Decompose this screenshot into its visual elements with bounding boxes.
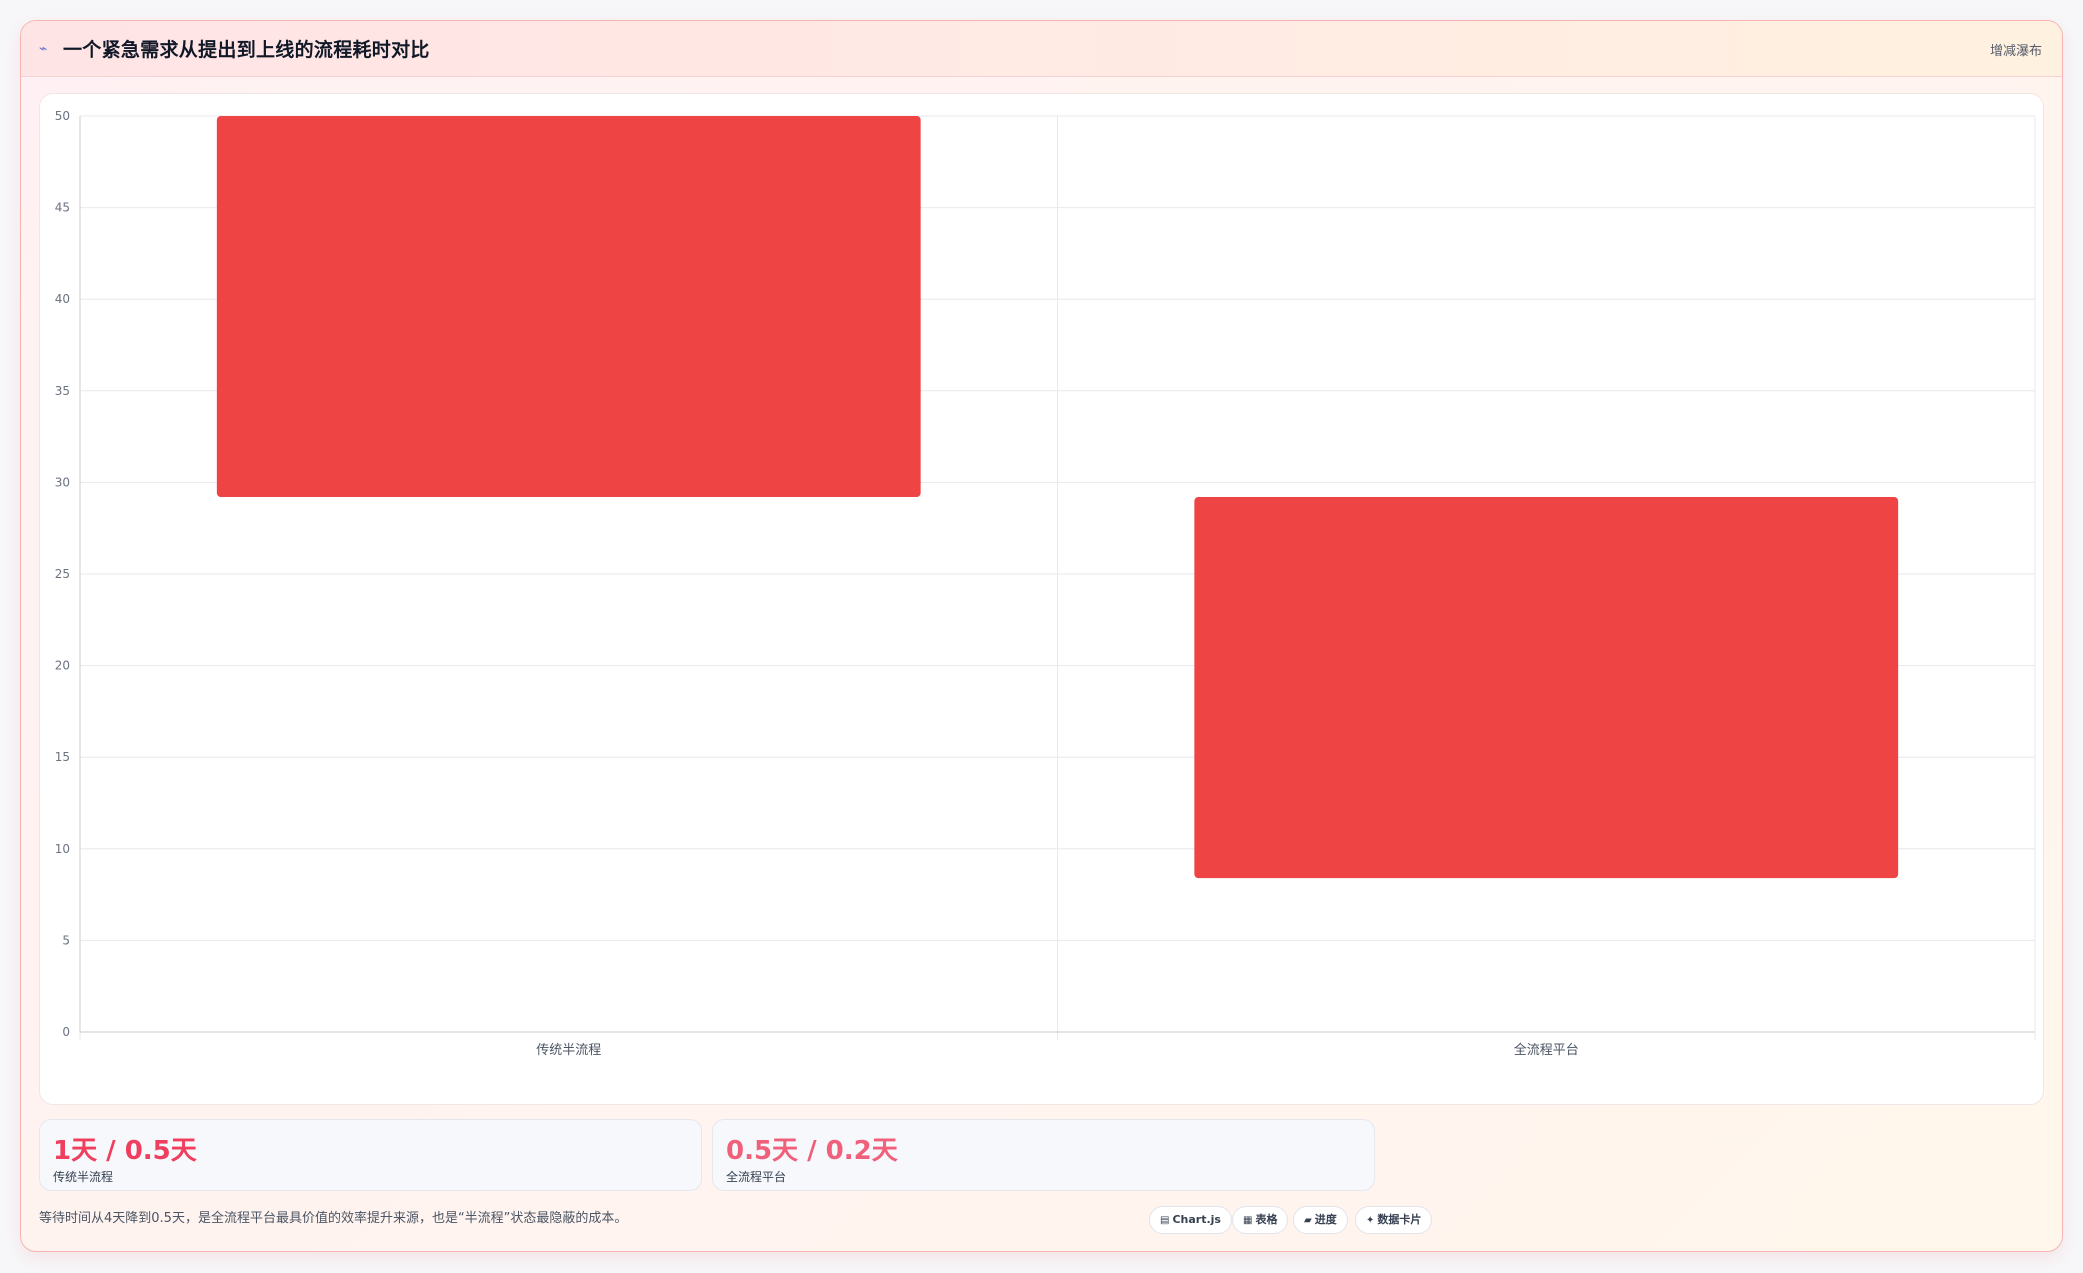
footnote: 等待时间从4天降到0.5天，是全流程平台最具价值的效率提升来源，也是“半流程”状… [39,1211,628,1226]
y-tick-label: 35 [55,384,70,398]
chip-label: 数据卡片 [1377,1213,1422,1226]
progress-icon: ▰ [1304,1215,1312,1226]
table-icon: ▦ [1243,1215,1253,1226]
y-tick-label: 30 [55,475,70,489]
bar-chart: 0 5 10 15 20 25 30 35 40 45 50 传统半流程 全流程平台 [55,109,2036,1058]
bar [216,116,921,498]
chip-label: 表格 [1255,1213,1278,1226]
y-tick-label: 0 [62,1025,70,1039]
chip-chartjs[interactable]: ▤ Chart.js [1149,1206,1232,1234]
chart-icon: ▤ [1160,1215,1170,1226]
x-tick-label: 全流程平台 [1514,1042,1579,1058]
stat-card-platform: 0.5天 / 0.2天 全流程平台 [712,1119,1375,1191]
chip-data-card[interactable]: ✦ 数据卡片 [1355,1206,1433,1234]
y-tick-label: 25 [55,567,70,581]
y-tick-label: 20 [55,659,70,673]
stat-value: 1天 / 0.5天 [53,1136,197,1166]
chart-type-label: 增减瀑布 [1989,44,2042,59]
bar [1194,497,1899,879]
y-tick-label: 45 [55,201,70,215]
y-tick-label: 40 [55,292,70,306]
stat-label: 传统半流程 [53,1170,114,1184]
chart-line-icon: ⌁ [39,41,48,57]
y-tick-label: 15 [55,750,70,764]
card-header: ⌁ 一个紧急需求从提出到上线的流程耗时对比 增减瀑布 [21,21,2062,77]
y-tick-label: 10 [55,842,70,856]
chip-table[interactable]: ▦ 表格 [1232,1206,1289,1234]
y-tick-label: 5 [62,933,70,947]
plot-panel: 0 5 10 15 20 25 30 35 40 45 50 传统半流程 全流程平台 [39,93,2044,1105]
stat-value: 0.5天 / 0.2天 [726,1136,898,1166]
chip-label: 进度 [1314,1213,1337,1226]
chart-title: 一个紧急需求从提出到上线的流程耗时对比 [63,39,430,61]
stat-card-traditional: 1天 / 0.5天 传统半流程 [39,1119,702,1191]
chip-progress[interactable]: ▰ 进度 [1293,1206,1348,1234]
y-tick-label: 50 [55,109,70,123]
sparkle-icon: ✦ [1366,1215,1375,1226]
x-tick-label: 传统半流程 [536,1043,601,1058]
stat-label: 全流程平台 [726,1170,787,1184]
chip-label: Chart.js [1172,1213,1221,1226]
chart-card: ⌁ 一个紧急需求从提出到上线的流程耗时对比 增减瀑布 0 5 10 15 20 25 30 3… [20,20,2063,1252]
